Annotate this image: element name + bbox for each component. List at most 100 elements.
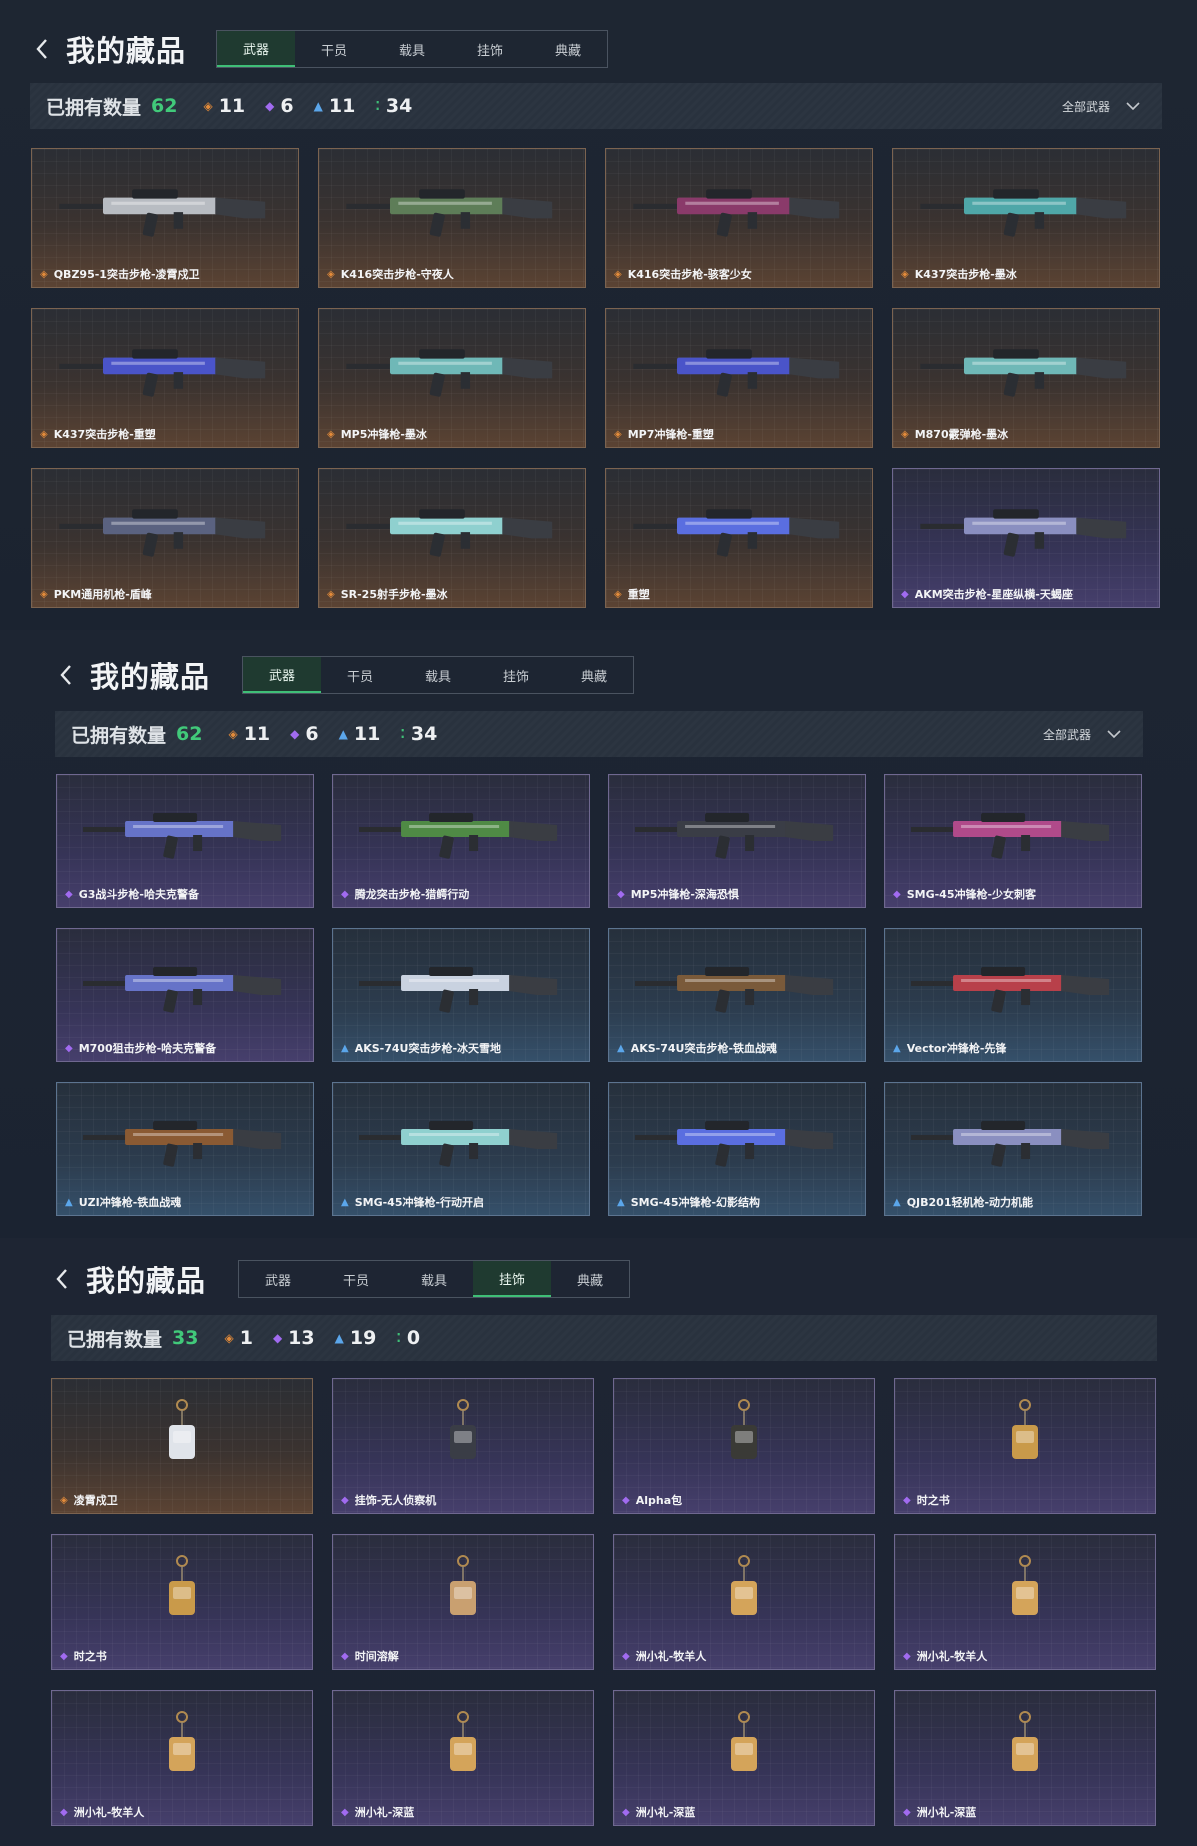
weapon-card[interactable]: ▲ UZI冲锋枪-铁血战魂: [56, 1082, 314, 1216]
charm-card[interactable]: ◆ 洲小礼-深蓝: [332, 1690, 594, 1826]
weapon-card[interactable]: ◆ MP5冲锋枪-深海恐惧: [608, 774, 866, 908]
purple-diamond-icon: ◆: [60, 1806, 68, 1818]
item-name-text: G3战斗步枪-哈夫克警备: [78, 888, 199, 901]
weapon-card[interactable]: ◈ QBZ95-1突击步枪-凌霄戍卫: [31, 148, 299, 288]
weapon-image: [919, 349, 1126, 397]
charm-card[interactable]: ◆ Alpha包: [613, 1378, 875, 1514]
charm-image: [731, 1555, 757, 1615]
charm-card[interactable]: ◆ 洲小礼-牧羊人: [51, 1690, 313, 1826]
item-art: [614, 1387, 874, 1487]
item-name-text: 时之书: [73, 1650, 107, 1663]
blue-arrow-icon: ▲: [313, 99, 323, 113]
tab-operators[interactable]: 干员: [317, 1261, 395, 1297]
charm-image: [169, 1399, 195, 1459]
tab-weapons[interactable]: 武器: [217, 31, 296, 67]
charm-card[interactable]: ◆ 洲小礼-牧羊人: [613, 1534, 875, 1670]
item-art: [319, 477, 585, 581]
item-art: [32, 317, 298, 421]
weapon-card[interactable]: ▲ SMG-45冲锋枪-幻影结构: [608, 1082, 866, 1216]
page-title: 我的藏品: [66, 34, 187, 68]
weapon-card[interactable]: ◆ AKM突击步枪-星座纵横-天蝎座: [892, 468, 1160, 608]
panel-header: 我的藏品 武器 干员 载具 挂饰 典藏: [52, 1258, 631, 1300]
tab-charms[interactable]: 挂饰: [451, 31, 529, 67]
weapon-card[interactable]: ◈ SR-25射手步枪-墨冰: [318, 468, 586, 608]
charm-card[interactable]: ◆ 洲小礼-牧羊人: [894, 1534, 1156, 1670]
tab-weapons[interactable]: 武器: [243, 657, 322, 693]
weapon-card[interactable]: ◈ K416突击步枪-守夜人: [318, 148, 586, 288]
purple-diamond-icon: ◆: [893, 888, 901, 900]
weapon-filter-dropdown[interactable]: 全部武器: [1043, 711, 1121, 757]
item-art: [333, 1387, 593, 1487]
item-art: [333, 937, 589, 1035]
tab-charms[interactable]: 挂饰: [473, 1261, 552, 1297]
tab-vehicles[interactable]: 载具: [395, 1261, 473, 1297]
weapon-image: [634, 812, 834, 859]
panel-header: 我的藏品 武器 干员 载具 挂饰 典藏: [56, 654, 635, 696]
tab-vehicles[interactable]: 载具: [373, 31, 451, 67]
back-arrow-icon[interactable]: [32, 35, 52, 63]
tab-vehicles[interactable]: 载具: [399, 657, 477, 693]
weapon-card[interactable]: ◈ PKM通用机枪-盾峰: [31, 468, 299, 608]
item-art: [893, 157, 1159, 261]
weapon-card[interactable]: ◈ M870霰弹枪-墨冰: [892, 308, 1160, 448]
item-name: ◆ 洲小礼-深蓝: [622, 1804, 695, 1820]
charm-card[interactable]: ◆ 时之书: [51, 1534, 313, 1670]
item-name: ◈ K416突击步枪-守夜人: [327, 266, 454, 282]
back-arrow-icon[interactable]: [52, 1265, 72, 1293]
charm-card[interactable]: ◆ 时之书: [894, 1378, 1156, 1514]
item-art: [609, 783, 865, 881]
rarity-count-orange: ◈ 1: [224, 1327, 253, 1349]
weapon-card[interactable]: ◈ 重塑: [605, 468, 873, 608]
weapon-card[interactable]: ◈ MP7冲锋枪-重塑: [605, 308, 873, 448]
back-arrow-icon[interactable]: [56, 661, 76, 689]
weapon-image: [919, 189, 1126, 237]
purple-diamond-icon: ◆: [341, 1806, 349, 1818]
charm-card[interactable]: ◆ 洲小礼-深蓝: [613, 1690, 875, 1826]
item-art: [893, 477, 1159, 581]
purple-diamond-icon: ◆: [272, 1331, 283, 1345]
weapon-card[interactable]: ◆ M700狙击步枪-哈夫克警备: [56, 928, 314, 1062]
weapon-card[interactable]: ▲ SMG-45冲锋枪-行动开启: [332, 1082, 590, 1216]
item-art: [895, 1699, 1155, 1799]
item-name-text: 凌霄戍卫: [73, 1494, 118, 1507]
item-art: [606, 317, 872, 421]
item-name: ◈ MP5冲锋枪-墨冰: [327, 426, 427, 442]
orange-diamond-icon: ◈: [40, 588, 48, 600]
tab-weapons[interactable]: 武器: [239, 1261, 317, 1297]
weapon-card[interactable]: ◆ G3战斗步枪-哈夫克警备: [56, 774, 314, 908]
weapon-card[interactable]: ◈ MP5冲锋枪-墨冰: [318, 308, 586, 448]
tab-operators[interactable]: 干员: [321, 657, 399, 693]
charm-card[interactable]: ◆ 洲小礼-深蓝: [894, 1690, 1156, 1826]
tab-charms[interactable]: 挂饰: [477, 657, 555, 693]
weapon-card[interactable]: ◈ K416突击步枪-骇客少女: [605, 148, 873, 288]
tab-collection[interactable]: 典藏: [555, 657, 633, 693]
tab-operators[interactable]: 干员: [295, 31, 373, 67]
weapon-card[interactable]: ◆ SMG-45冲锋枪-少女刺客: [884, 774, 1142, 908]
weapon-card[interactable]: ▲ AKS-74U突击步枪-铁血战魂: [608, 928, 866, 1062]
weapon-image: [358, 812, 558, 859]
tab-collection[interactable]: 典藏: [551, 1261, 629, 1297]
weapon-card[interactable]: ▲ QJB201轻机枪-动力机能: [884, 1082, 1142, 1216]
charm-card[interactable]: ◈ 凌霄戍卫: [51, 1378, 313, 1514]
charm-card[interactable]: ◆ 时间溶解: [332, 1534, 594, 1670]
item-name: ◈ SR-25射手步枪-墨冰: [327, 586, 448, 602]
item-name: ◆ 时之书: [903, 1492, 950, 1508]
item-name: ◈ MP7冲锋枪-重塑: [614, 426, 714, 442]
weapon-card[interactable]: ◆ 腾龙突击步枪-猎鳄行动: [332, 774, 590, 908]
weapon-image: [632, 189, 839, 237]
chevron-down-icon: [1126, 102, 1140, 111]
owned-label: 已拥有数量: [46, 96, 142, 119]
weapon-card[interactable]: ◈ K437突击步枪-重塑: [31, 308, 299, 448]
charm-card[interactable]: ◆ 挂饰-无人侦察机: [332, 1378, 594, 1514]
tab-collection[interactable]: 典藏: [529, 31, 607, 67]
charm-image: [450, 1555, 476, 1615]
weapon-card[interactable]: ▲ Vector冲锋枪-先锋: [884, 928, 1142, 1062]
weapon-filter-dropdown[interactable]: 全部武器: [1062, 83, 1140, 129]
weapon-card[interactable]: ◈ K437突击步枪-墨冰: [892, 148, 1160, 288]
charm-image: [169, 1555, 195, 1615]
weapon-card[interactable]: ▲ AKS-74U突击步枪-冰天雪地: [332, 928, 590, 1062]
collection-panel-charms: 我的藏品 武器 干员 载具 挂饰 典藏 已拥有数量 33 ◈ 1 ◆ 13 ▲ 19 …: [0, 1238, 1197, 1846]
weapon-image: [58, 189, 265, 237]
item-art: [885, 783, 1141, 881]
weapon-image: [358, 966, 558, 1013]
